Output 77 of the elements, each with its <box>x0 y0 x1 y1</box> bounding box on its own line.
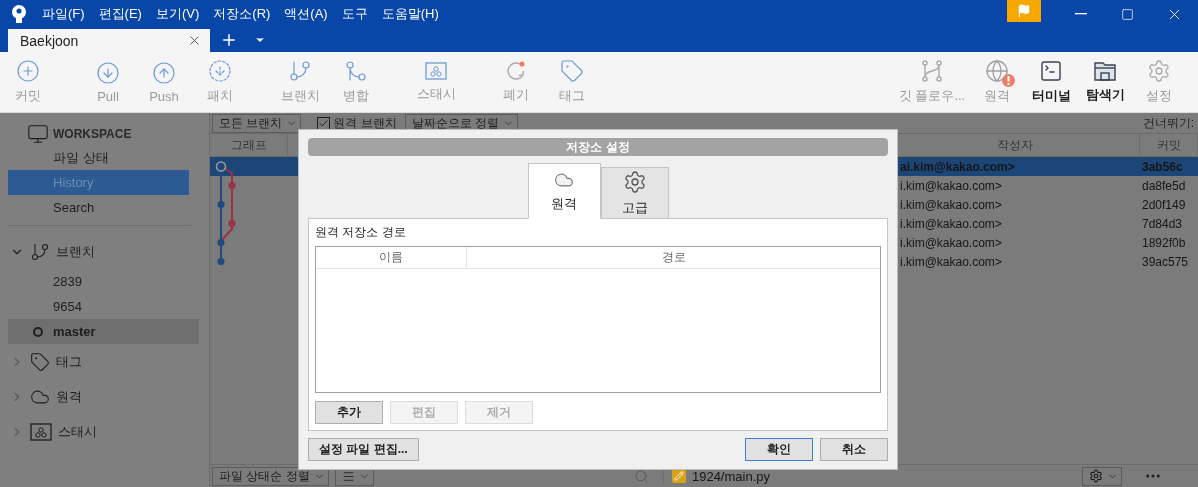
dialog-title: 저장소 설정 <box>308 138 888 156</box>
tag-icon <box>30 351 50 372</box>
down-arrow-circle-icon <box>96 60 120 85</box>
cancel-button[interactable]: 취소 <box>820 438 888 461</box>
ok-button[interactable]: 확인 <box>745 438 813 461</box>
file-sort-dropdown[interactable]: 파일 상태순 정렬 <box>212 466 329 486</box>
branch-item[interactable]: 9654 <box>8 294 199 319</box>
author-cell-text: i.kim@kakao.com> <box>899 178 1003 193</box>
close-icon[interactable] <box>187 33 202 48</box>
commit-hash-cell-text: 2d0f149 <box>1141 197 1187 212</box>
sidebar-item[interactable]: Search <box>8 195 189 220</box>
settings-icon <box>1147 59 1171 83</box>
up-arrow-circle-icon <box>152 60 176 85</box>
author-cell-text: i.kim@kakao.com> <box>899 197 1003 212</box>
settings-icon <box>622 169 647 194</box>
column-header[interactable]: 이름 <box>316 247 467 268</box>
toolbar-button[interactable]: 터미널 <box>1024 59 1078 105</box>
sidebar-item[interactable]: 파일 상태 <box>8 145 189 170</box>
menu-item[interactable]: 파일(F) <box>42 5 85 23</box>
section-title[interactable]: 태그 <box>56 352 82 371</box>
author-cell-text: i.kim@kakao.com> <box>899 216 1003 231</box>
stash-icon <box>425 61 447 81</box>
dialog-button[interactable]: 추가 <box>315 401 383 424</box>
section-label: 원격 저장소 경로 <box>315 224 407 241</box>
globe-icon <box>985 59 1009 83</box>
menu-item[interactable]: 도움말(H) <box>381 5 439 23</box>
discard-icon <box>505 60 527 82</box>
minimize-icon <box>1074 13 1087 15</box>
list-icon <box>341 469 355 483</box>
tag-icon <box>560 59 584 83</box>
commit-hash-cell-text: 1892f0b <box>1141 235 1187 250</box>
column-header[interactable]: 경로 <box>467 247 880 268</box>
file-path: 1924/main.py <box>691 468 770 484</box>
dialog-tab[interactable]: 원격 <box>527 163 601 219</box>
git-flow-icon <box>920 59 944 83</box>
branch-filter-dropdown[interactable]: 모든 브랜치 <box>212 113 302 133</box>
section-title[interactable]: 원격 <box>56 387 82 406</box>
checkbox-label: 원격 브랜치 <box>333 114 397 132</box>
edit-config-button[interactable]: 설정 파일 편집... <box>308 438 419 461</box>
author-cell-text: ai.kim@kakao.com> <box>899 159 1016 174</box>
merge-icon <box>344 59 368 83</box>
section-title[interactable]: 스태시 <box>58 422 97 441</box>
skip-label: 건너뛰기: <box>1142 114 1194 132</box>
maximize-icon <box>1121 7 1134 21</box>
repo-tab[interactable]: Baekjoon <box>8 29 210 52</box>
branch-item[interactable]: master <box>8 319 199 344</box>
toolbar-button[interactable]: 탐색기 <box>1078 60 1132 104</box>
folder-icon <box>1093 60 1117 82</box>
author-cell-text: i.kim@kakao.com> <box>899 235 1003 250</box>
menu-item[interactable]: 저장소(R) <box>213 5 271 23</box>
commit-hash-cell-text: 7d84d3 <box>1141 216 1184 231</box>
branch-icon <box>288 59 312 83</box>
branch-icon <box>30 241 50 262</box>
logo-icon <box>10 4 28 24</box>
terminal-icon <box>1039 59 1063 83</box>
dialog-tab[interactable]: 고급 <box>600 167 669 219</box>
commit-hash-cell-text: 3ab56c <box>1141 159 1184 174</box>
branch-item[interactable]: 2839 <box>8 269 199 294</box>
search-icon[interactable] <box>633 468 649 484</box>
settings-dropdown[interactable] <box>1082 466 1122 486</box>
commit-hash-cell-text: 39ac575 <box>1141 254 1190 269</box>
column-header[interactable]: 그래프 <box>210 134 288 156</box>
menu-item[interactable]: 보기(V) <box>155 5 200 23</box>
menu-item[interactable]: 도구 <box>341 5 368 23</box>
settings-icon <box>1089 469 1103 483</box>
section-title[interactable]: 브랜치 <box>56 242 95 261</box>
section-title: WORKSPACE <box>53 127 132 141</box>
menu-item[interactable]: 액션(A) <box>284 5 328 23</box>
commit-hash-cell-text: da8fe5d <box>1141 178 1187 193</box>
monitor-icon <box>27 123 49 145</box>
stash-icon <box>30 421 52 442</box>
menu-item[interactable]: 편집(E) <box>98 5 142 23</box>
flag-icon <box>1017 4 1031 18</box>
author-cell-text: i.kim@kakao.com> <box>899 254 1003 269</box>
plus-circle-icon <box>16 59 40 83</box>
add-tab-icon[interactable] <box>220 31 238 49</box>
column-header[interactable]: 커밋 <box>1140 134 1198 156</box>
